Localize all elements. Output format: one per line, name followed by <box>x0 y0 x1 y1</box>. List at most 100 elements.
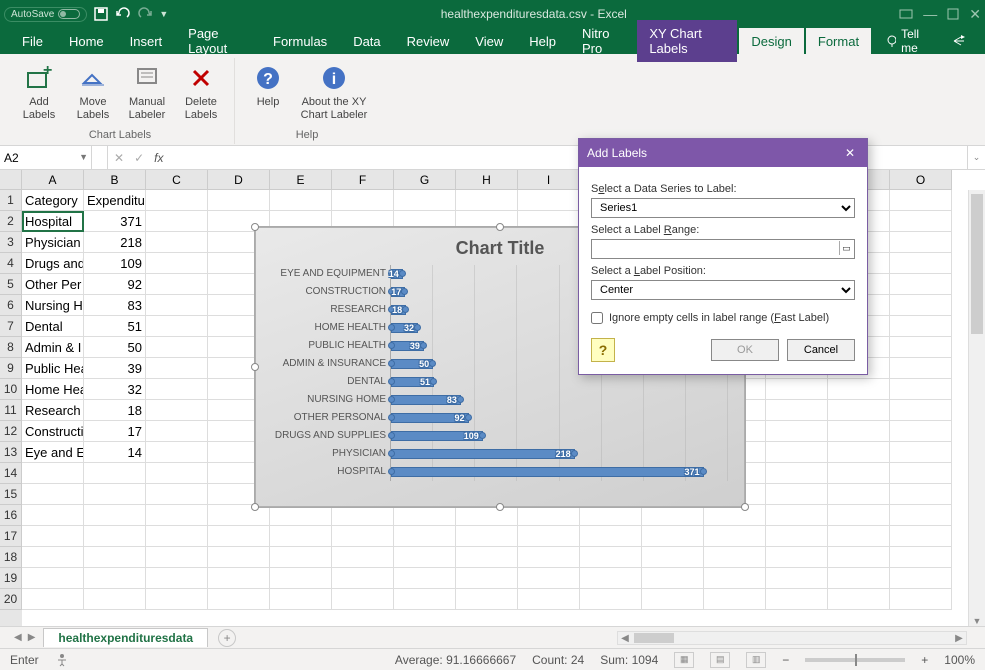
resize-handle-icon[interactable] <box>741 503 749 511</box>
cell[interactable] <box>890 463 952 484</box>
cell[interactable]: Category <box>22 190 84 211</box>
chart-bar[interactable]: 83 <box>391 395 461 405</box>
chart-bar[interactable]: 109 <box>391 431 483 441</box>
cell[interactable] <box>642 589 704 610</box>
cell[interactable] <box>22 568 84 589</box>
cell[interactable]: Other Per <box>22 274 84 295</box>
tab-formulas[interactable]: Formulas <box>261 28 339 55</box>
row-header[interactable]: 4 <box>0 253 22 274</box>
cell[interactable] <box>146 211 208 232</box>
cell[interactable] <box>890 421 952 442</box>
cell[interactable] <box>828 421 890 442</box>
cancel-formula-icon[interactable]: ✕ <box>114 151 124 165</box>
tab-format[interactable]: Format <box>806 28 871 55</box>
chart-bar[interactable]: 51 <box>391 377 434 387</box>
cell[interactable] <box>270 190 332 211</box>
zoom-slider[interactable] <box>805 658 905 662</box>
vertical-scrollbar[interactable]: ▲ ▼ <box>968 190 985 626</box>
resize-handle-icon[interactable] <box>251 503 259 511</box>
cell[interactable] <box>890 253 952 274</box>
cell[interactable] <box>208 589 270 610</box>
cell[interactable] <box>642 505 704 526</box>
cell[interactable] <box>766 568 828 589</box>
help-button[interactable]: ? Help <box>245 60 291 121</box>
column-header[interactable]: O <box>890 170 952 189</box>
cell[interactable] <box>890 190 952 211</box>
add-sheet-button[interactable]: + <box>218 629 236 647</box>
cancel-button[interactable]: Cancel <box>787 339 855 361</box>
chart-bar[interactable]: 32 <box>391 323 418 333</box>
cell[interactable]: Hospital <box>22 211 84 232</box>
tab-help[interactable]: Help <box>517 28 568 55</box>
checkbox-input[interactable] <box>591 312 603 324</box>
column-header[interactable]: F <box>332 170 394 189</box>
resize-handle-icon[interactable] <box>251 223 259 231</box>
cell[interactable] <box>580 547 642 568</box>
add-labels-button[interactable]: + Add Labels <box>16 60 62 121</box>
cell[interactable] <box>828 589 890 610</box>
view-normal-icon[interactable]: ▦ <box>674 652 694 668</box>
cell[interactable] <box>890 274 952 295</box>
autosave-toggle[interactable]: AutoSave <box>4 7 87 22</box>
cell[interactable] <box>332 589 394 610</box>
cell[interactable] <box>332 568 394 589</box>
cell[interactable] <box>766 484 828 505</box>
cell[interactable] <box>146 568 208 589</box>
tab-xychartlabels[interactable]: XY Chart Labels <box>637 20 737 62</box>
cell[interactable] <box>84 505 146 526</box>
tab-home[interactable]: Home <box>57 28 116 55</box>
cell[interactable] <box>394 547 456 568</box>
cell[interactable] <box>890 526 952 547</box>
cell[interactable] <box>828 484 890 505</box>
row-header[interactable]: 19 <box>0 568 22 589</box>
cell[interactable] <box>22 547 84 568</box>
cell[interactable] <box>766 442 828 463</box>
cell[interactable] <box>766 547 828 568</box>
cell[interactable] <box>270 547 332 568</box>
cell[interactable] <box>828 526 890 547</box>
cell[interactable]: Admin & I <box>22 337 84 358</box>
cell[interactable] <box>580 589 642 610</box>
cell[interactable] <box>518 589 580 610</box>
accessibility-icon[interactable] <box>55 653 69 667</box>
cell[interactable]: Home Hea <box>22 379 84 400</box>
cell[interactable] <box>394 568 456 589</box>
cell[interactable]: Constructi <box>22 421 84 442</box>
cell[interactable] <box>146 379 208 400</box>
cell[interactable] <box>146 400 208 421</box>
cell[interactable]: 39 <box>84 358 146 379</box>
ignore-empty-checkbox[interactable]: Ignore empty cells in label range (Fast … <box>591 312 855 324</box>
cell[interactable] <box>146 337 208 358</box>
cell[interactable] <box>828 463 890 484</box>
cell[interactable] <box>704 568 766 589</box>
cell[interactable] <box>890 568 952 589</box>
cell[interactable] <box>84 547 146 568</box>
minimize-icon[interactable]: — <box>923 6 937 22</box>
cell[interactable] <box>704 589 766 610</box>
tab-review[interactable]: Review <box>395 28 462 55</box>
cell[interactable] <box>208 568 270 589</box>
cell[interactable] <box>270 526 332 547</box>
cell[interactable] <box>766 505 828 526</box>
cell[interactable] <box>84 484 146 505</box>
cell[interactable] <box>22 526 84 547</box>
cell[interactable] <box>642 526 704 547</box>
cell[interactable] <box>704 505 766 526</box>
sheet-tab[interactable]: healthexpendituresdata <box>43 628 208 647</box>
cell[interactable] <box>518 190 580 211</box>
cell[interactable] <box>456 526 518 547</box>
series-select[interactable]: Series1 <box>591 198 855 218</box>
row-header[interactable]: 6 <box>0 295 22 316</box>
cell[interactable] <box>890 358 952 379</box>
row-header[interactable]: 2 <box>0 211 22 232</box>
resize-handle-icon[interactable] <box>251 363 259 371</box>
column-header[interactable]: H <box>456 170 518 189</box>
ok-button[interactable]: OK <box>711 339 779 361</box>
cell[interactable]: 18 <box>84 400 146 421</box>
redo-icon[interactable] <box>137 6 153 22</box>
cell[interactable]: 218 <box>84 232 146 253</box>
cell[interactable] <box>890 505 952 526</box>
cell[interactable]: Public Hea <box>22 358 84 379</box>
close-icon[interactable]: ✕ <box>841 146 859 160</box>
view-pagelayout-icon[interactable]: ▤ <box>710 652 730 668</box>
